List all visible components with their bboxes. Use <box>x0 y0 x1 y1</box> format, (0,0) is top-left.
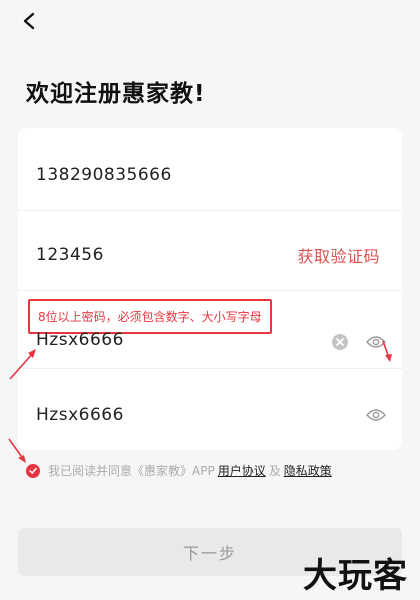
privacy-policy-link[interactable]: 隐私政策 <box>284 462 332 479</box>
code-field[interactable]: 123456 获取验证码 <box>18 220 402 291</box>
user-agreement-link[interactable]: 用户协议 <box>218 462 266 479</box>
code-input[interactable]: 123456 <box>36 245 104 265</box>
register-form: 138290835666 123456 获取验证码 8位以上密码，必须包含数字、… <box>18 128 402 450</box>
eye-icon[interactable] <box>366 408 386 422</box>
password-hint: 8位以上密码，必须包含数字、大小写字母 <box>28 299 272 334</box>
phone-field[interactable]: 138290835666 <box>18 140 402 211</box>
agreement-text: 我已阅读并同意《惠家教》APP <box>48 464 215 478</box>
password-field[interactable]: 8位以上密码，必须包含数字、大小写字母 Hzsx6666 <box>18 299 402 369</box>
page-title: 欢迎注册惠家教! <box>26 81 206 107</box>
back-button[interactable] <box>14 6 44 36</box>
agreement-row: 我已阅读并同意《惠家教》APP 用户协议 及 隐私政策 <box>26 462 335 479</box>
confirm-password-field[interactable]: Hzsx6666 <box>18 380 402 450</box>
watermark-logo: 大玩客 <box>303 556 408 596</box>
agreement-and: 及 <box>268 464 281 478</box>
annotation-arrow-icon <box>382 340 392 362</box>
annotation-arrow-icon <box>9 349 36 380</box>
chevron-left-icon <box>23 12 35 30</box>
get-code-button[interactable]: 获取验证码 <box>297 243 380 267</box>
confirm-password-input[interactable]: Hzsx6666 <box>36 405 124 425</box>
password-input[interactable]: Hzsx6666 <box>36 330 124 350</box>
clear-icon[interactable] <box>332 334 348 350</box>
checkbox-checked-icon[interactable] <box>26 463 40 478</box>
phone-input[interactable]: 138290835666 <box>36 165 172 185</box>
